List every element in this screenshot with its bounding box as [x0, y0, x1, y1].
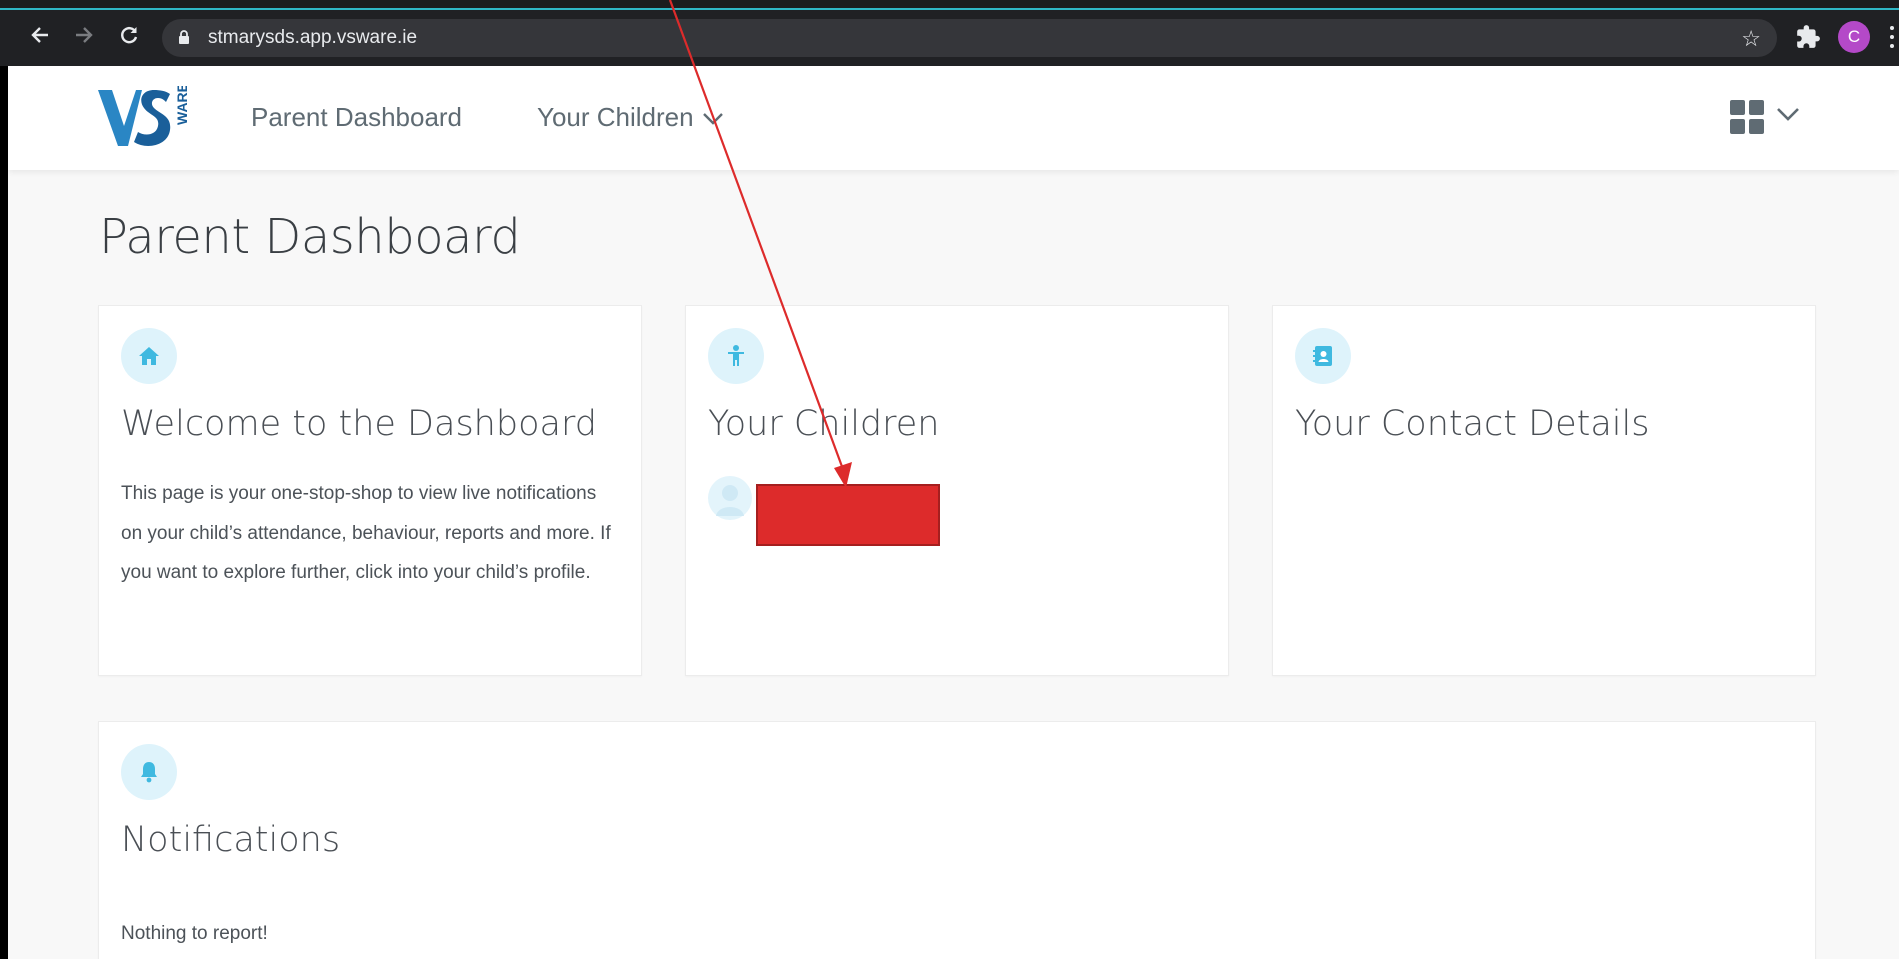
- welcome-card: Welcome to the Dashboard This page is yo…: [98, 305, 642, 676]
- grid-icon[interactable]: [1730, 100, 1764, 134]
- page-title: Parent Dashboard: [99, 209, 521, 265]
- contact-card: Your Contact Details: [1272, 305, 1816, 676]
- chevron-down-icon[interactable]: [1776, 106, 1800, 122]
- bell-icon-badge: [121, 744, 177, 800]
- app-header: WARE Parent Dashboard Your Children: [8, 66, 1899, 170]
- reload-button[interactable]: [115, 24, 143, 52]
- arrow-right-icon: [76, 27, 93, 43]
- address-bar[interactable]: stmarysds.app.vsware.ie ☆: [162, 19, 1777, 57]
- welcome-title: Welcome to the Dashboard: [121, 404, 597, 444]
- page-viewport: WARE Parent Dashboard Your Children Pare…: [8, 66, 1899, 959]
- child-avatar[interactable]: [708, 476, 752, 520]
- forward-button[interactable]: [70, 24, 98, 52]
- url-text: stmarysds.app.vsware.ie: [208, 27, 418, 48]
- children-title: Your Children: [708, 404, 940, 444]
- children-card: Your Children: [685, 305, 1229, 676]
- puzzle-icon[interactable]: [1795, 24, 1821, 50]
- nav-parent-dashboard[interactable]: Parent Dashboard: [251, 102, 462, 133]
- chevron-down-icon: [702, 113, 723, 125]
- svg-text:WARE: WARE: [174, 86, 190, 125]
- notifications-title: Notifications: [121, 820, 341, 860]
- contact-icon-badge: [1295, 328, 1351, 384]
- profile-avatar[interactable]: C: [1838, 21, 1870, 53]
- nav-your-children[interactable]: Your Children: [537, 102, 724, 133]
- bell-icon: [141, 762, 157, 783]
- redaction-box: [756, 484, 940, 546]
- child-icon: [728, 345, 744, 366]
- user-avatar-icon: [716, 485, 744, 516]
- star-icon[interactable]: ☆: [1741, 26, 1761, 52]
- arrow-left-icon: [31, 27, 48, 43]
- contact-title: Your Contact Details: [1295, 404, 1650, 444]
- notifications-card: Notifications Nothing to report!: [98, 721, 1816, 959]
- home-icon-badge: [121, 328, 177, 384]
- child-icon-badge: [708, 328, 764, 384]
- contact-book-icon: [1313, 346, 1332, 366]
- window-top-strip: [0, 0, 1899, 10]
- lock-icon: [179, 30, 189, 44]
- welcome-body: This page is your one-stop-shop to view …: [121, 483, 611, 583]
- nav-your-children-label: Your Children: [537, 102, 694, 132]
- home-icon: [139, 347, 159, 365]
- notifications-empty-text: Nothing to report!: [121, 923, 268, 944]
- back-button[interactable]: [26, 24, 54, 52]
- vsware-logo[interactable]: WARE: [98, 86, 194, 150]
- browser-toolbar: stmarysds.app.vsware.ie ☆ C: [0, 10, 1899, 66]
- menu-kebab-icon[interactable]: [1890, 26, 1894, 48]
- reload-icon: [121, 27, 138, 44]
